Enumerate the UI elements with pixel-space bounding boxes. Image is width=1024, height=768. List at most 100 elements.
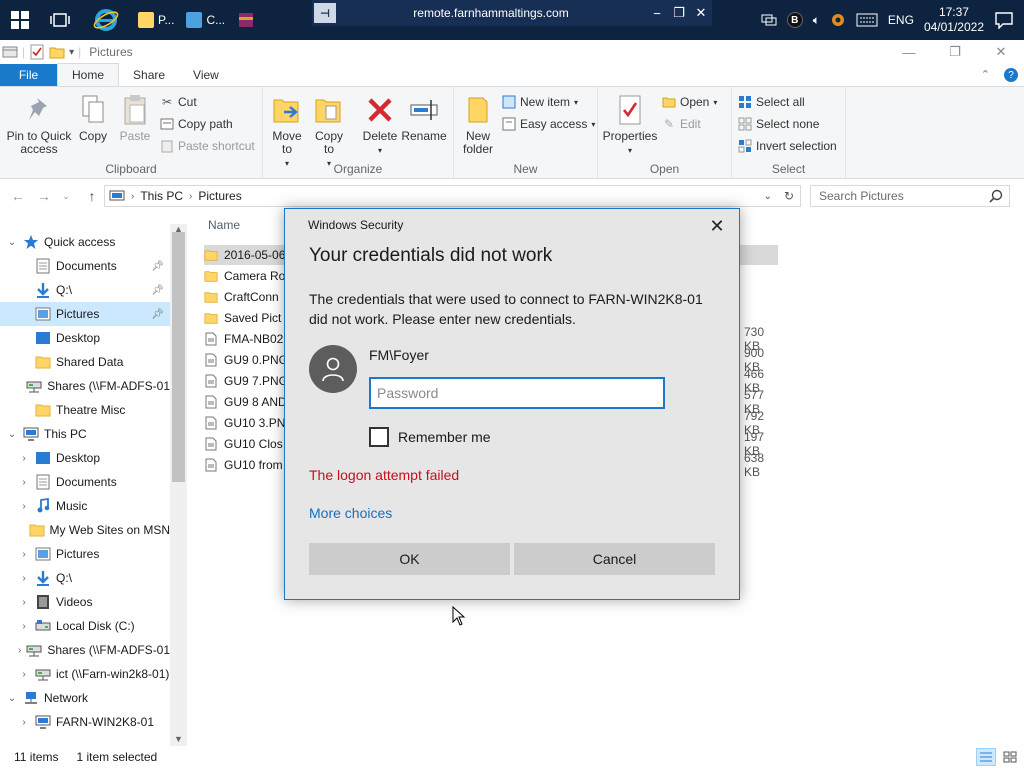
sidebar-item[interactable]: My Web Sites on MSN: [0, 518, 170, 542]
sidebar-item[interactable]: › Desktop: [0, 446, 170, 470]
ok-button[interactable]: OK: [309, 543, 510, 575]
chevron-right-icon[interactable]: ›: [18, 573, 30, 584]
sidebar-item[interactable]: ⌄ Quick access: [0, 230, 170, 254]
sidebar-item[interactable]: › Videos: [0, 590, 170, 614]
new-item-button[interactable]: New item ▾: [502, 92, 578, 112]
sidebar-item[interactable]: Documents 📌︎: [0, 254, 170, 278]
invert-selection-button[interactable]: Invert selection: [738, 136, 837, 156]
chevron-right-icon[interactable]: ›: [18, 477, 30, 488]
scrollbar-thumb[interactable]: [172, 232, 185, 482]
internet-explorer-button[interactable]: [80, 0, 132, 40]
collapse-ribbon-icon[interactable]: ⌃: [981, 68, 990, 82]
chevron-right-icon[interactable]: ›: [18, 717, 30, 728]
properties-icon[interactable]: [29, 44, 45, 60]
tab-view[interactable]: View: [179, 64, 233, 86]
start-button[interactable]: [0, 0, 40, 40]
cut-button[interactable]: ✂ Cut: [160, 92, 197, 112]
chevron-down-icon[interactable]: ⌄: [6, 693, 18, 704]
sidebar-item[interactable]: › Shares (\\FM-ADFS-01: [0, 638, 170, 662]
breadcrumb-this-pc[interactable]: This PC: [140, 189, 183, 203]
chevron-right-icon[interactable]: ›: [18, 549, 30, 560]
details-view-button[interactable]: [976, 748, 996, 766]
navigation-scrollbar[interactable]: ▲ ▼: [170, 224, 187, 746]
chevron-right-icon[interactable]: ›: [18, 669, 30, 680]
gear-icon[interactable]: [830, 12, 846, 28]
sidebar-item[interactable]: › Local Disk (C:): [0, 614, 170, 638]
back-button[interactable]: ←: [8, 186, 28, 206]
large-icons-view-button[interactable]: [1000, 748, 1020, 766]
paste-button[interactable]: Paste: [117, 93, 153, 143]
keyboard-icon[interactable]: [856, 13, 878, 27]
sidebar-item[interactable]: ⌄ This PC: [0, 422, 170, 446]
open-button[interactable]: Open ▾: [662, 92, 717, 112]
maximize-button[interactable]: ❐: [932, 40, 978, 64]
breadcrumb-pictures[interactable]: Pictures: [198, 189, 241, 203]
chevron-right-icon[interactable]: ›: [18, 597, 30, 608]
sidebar-item[interactable]: › Documents: [0, 470, 170, 494]
rdp-minimize-button[interactable]: −: [646, 3, 668, 23]
pin-to-quick-access-button[interactable]: Pin to Quick access: [4, 93, 74, 156]
tray-app-badge[interactable]: B: [786, 12, 803, 28]
select-all-button[interactable]: Select all: [738, 92, 805, 112]
paste-shortcut-button[interactable]: Paste shortcut: [160, 136, 255, 156]
sidebar-item[interactable]: › Q:\: [0, 566, 170, 590]
sidebar-item[interactable]: › FARN-WIN2K8-01: [0, 710, 170, 734]
new-folder-button[interactable]: New folder: [458, 93, 498, 156]
password-field[interactable]: [369, 377, 665, 409]
copy-button[interactable]: Copy: [75, 93, 111, 143]
chevron-down-icon[interactable]: ⌄: [764, 191, 772, 202]
tab-file[interactable]: File: [0, 64, 57, 86]
pin-icon[interactable]: 📌︎: [151, 285, 164, 296]
sidebar-item[interactable]: Q:\ 📌︎: [0, 278, 170, 302]
pin-icon[interactable]: 📌︎: [151, 261, 164, 272]
taskbar-app-archive[interactable]: [231, 0, 261, 40]
sidebar-item[interactable]: › Music: [0, 494, 170, 518]
move-to-button[interactable]: Move to ▾: [269, 93, 305, 170]
new-folder-icon[interactable]: [49, 45, 65, 59]
pin-icon[interactable]: 📌︎: [151, 309, 164, 320]
more-choices-link[interactable]: More choices: [309, 505, 392, 521]
sidebar-item[interactable]: › Pictures: [0, 542, 170, 566]
notification-icon[interactable]: [994, 11, 1014, 29]
cancel-button[interactable]: Cancel: [514, 543, 715, 575]
dialog-close-button[interactable]: ✕: [705, 215, 729, 237]
taskbar-app-control-panel[interactable]: C...: [180, 0, 231, 40]
help-icon[interactable]: ?: [1004, 68, 1018, 82]
refresh-icon[interactable]: ↻: [784, 189, 794, 203]
task-view-button[interactable]: [40, 0, 80, 40]
forward-button[interactable]: →: [34, 186, 54, 206]
search-box[interactable]: Search Pictures: [810, 185, 1010, 207]
recent-locations-button[interactable]: ⌄: [56, 186, 76, 206]
sidebar-item[interactable]: ⌄ Network: [0, 686, 170, 710]
rdp-restore-button[interactable]: ❐: [668, 3, 690, 23]
chevron-down-icon[interactable]: ⌄: [6, 237, 18, 248]
clock[interactable]: 17:37 04/01/2022: [924, 5, 984, 35]
column-header-name[interactable]: Name: [208, 218, 240, 232]
tab-share[interactable]: Share: [119, 64, 179, 86]
chevron-down-icon[interactable]: ⌄: [6, 429, 18, 440]
chevron-down-icon[interactable]: ▾: [69, 47, 74, 58]
easy-access-button[interactable]: Easy access ▾: [502, 114, 595, 134]
remember-me-checkbox[interactable]: Remember me: [369, 427, 491, 447]
address-bar[interactable]: › This PC › Pictures ⌄ ↻: [104, 185, 801, 207]
sidebar-item[interactable]: Shares (\\FM-ADFS-01: [0, 374, 170, 398]
sidebar-item[interactable]: Desktop: [0, 326, 170, 350]
chevron-right-icon[interactable]: ›: [18, 645, 21, 656]
chevron-right-icon[interactable]: ›: [18, 453, 30, 464]
sidebar-item[interactable]: Theatre Misc: [0, 398, 170, 422]
network-status-icon[interactable]: [761, 13, 777, 27]
pin-connection-bar-button[interactable]: ⊣: [314, 3, 336, 23]
edit-button[interactable]: ✎ Edit: [662, 114, 701, 134]
copy-path-button[interactable]: Copy path: [160, 114, 233, 134]
up-button[interactable]: ↑: [82, 186, 102, 206]
close-button[interactable]: ✕: [978, 40, 1024, 64]
rename-button[interactable]: Rename: [401, 93, 447, 143]
volume-icon[interactable]: 🔈︎: [813, 13, 820, 28]
delete-button[interactable]: Delete ▾: [360, 93, 400, 157]
checkbox-box[interactable]: [369, 427, 389, 447]
minimize-button[interactable]: —: [886, 40, 932, 64]
chevron-right-icon[interactable]: ›: [18, 501, 30, 512]
select-none-button[interactable]: Select none: [738, 114, 819, 134]
input-language[interactable]: ENG: [888, 13, 914, 27]
taskbar-app-explorer[interactable]: P...: [132, 0, 180, 40]
